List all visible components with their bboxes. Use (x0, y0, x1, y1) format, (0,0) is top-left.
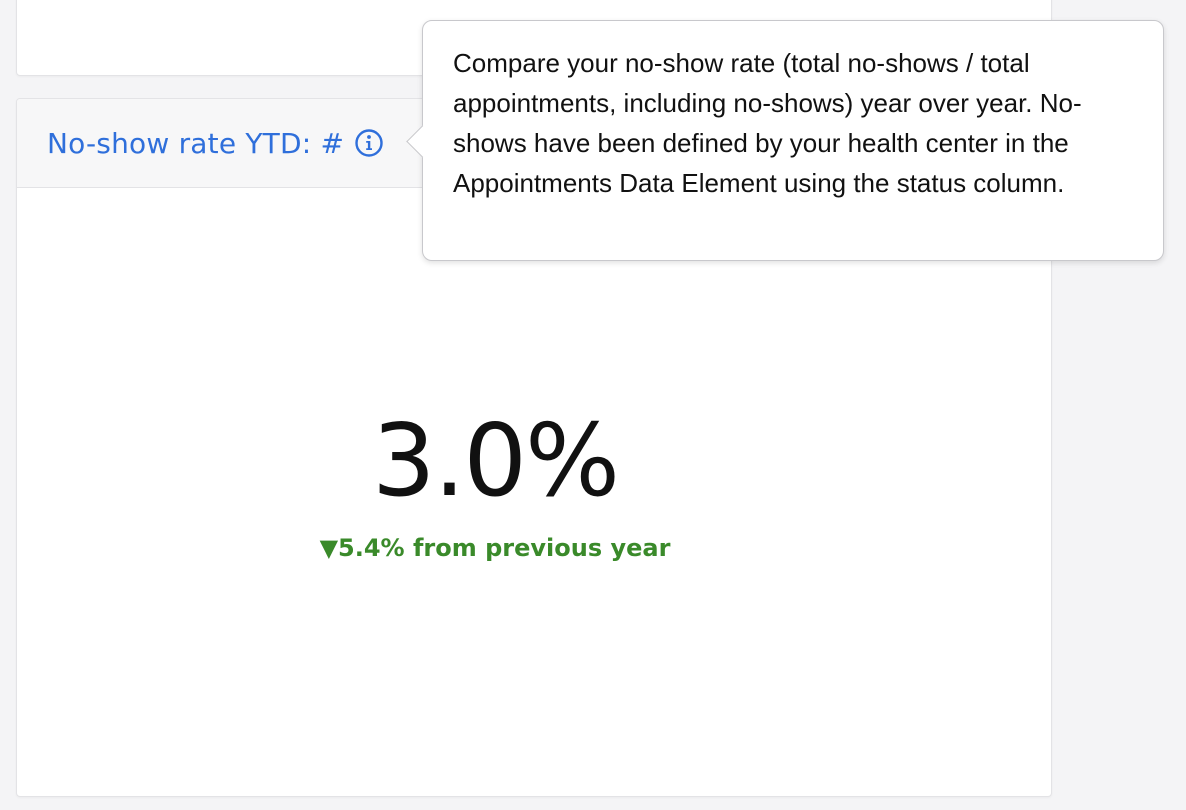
info-circle-icon[interactable] (354, 128, 384, 158)
metric-change: ▼5.4% from previous year (319, 534, 671, 562)
card-title: No-show rate YTD: # (47, 126, 345, 160)
metric-value: 3.0% (371, 402, 620, 519)
info-tooltip: Compare your no-show rate (total no-show… (406, 20, 1164, 261)
tooltip-text: Compare your no-show rate (total no-show… (453, 48, 1082, 198)
